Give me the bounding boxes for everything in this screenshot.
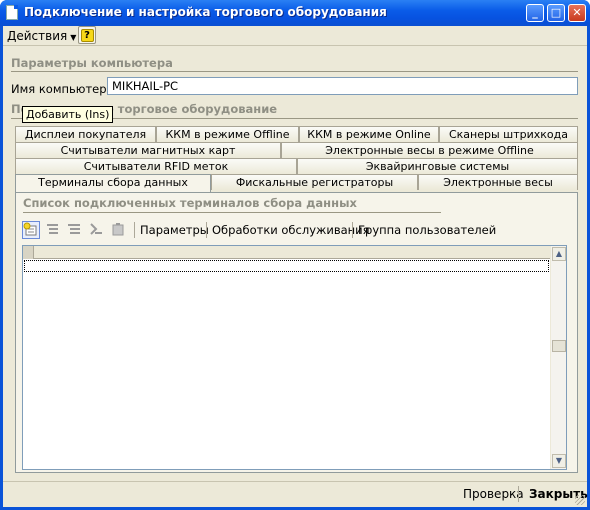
mark-delete-button[interactable] [110,221,128,239]
add-copy-button[interactable] [44,221,62,239]
help-button[interactable]: ? [78,26,96,44]
computer-name-field[interactable]: MIKHAIL-PC [107,77,578,95]
delete-button[interactable] [88,221,106,239]
tab-kkm-online[interactable]: ККМ в режиме Online [299,126,439,142]
minimize-button[interactable]: _ [526,4,544,22]
toolbar-separator [352,222,353,238]
list-title: Список подключенных терминалов сбора дан… [23,196,357,210]
section-divider [23,212,441,213]
help-icon: ? [80,29,94,42]
tab-customer-displays[interactable]: Дисплеи покупателя [15,126,156,142]
toolbar-separator [206,222,207,238]
window-title: Подключение и настройка торгового оборуд… [24,5,387,19]
edit-button[interactable] [66,221,84,239]
toolbar-separator [134,222,135,238]
list-toolbar: Параметры Обработки обслуживания Группа … [22,220,572,240]
service-processing-button[interactable]: Обработки обслуживания [212,223,370,237]
tab-data-terminals[interactable]: Терминалы сбора данных [15,174,211,192]
actions-menu-label: Действия [7,29,68,43]
computer-params-title: Параметры компьютера [11,56,173,70]
window-frame: Подключение и настройка торгового оборуд… [0,0,590,510]
tab-row-4: Терминалы сбора данных Фискальные регист… [15,174,578,192]
resize-grip-icon[interactable] [575,495,585,505]
tab-scales-offline[interactable]: Электронные весы в режиме Offline [281,142,578,158]
menu-bar: Действия ▼ ? [3,26,587,46]
scroll-thumb[interactable] [552,340,566,352]
tab-row-2: Считыватели магнитных карт Электронные в… [15,142,578,158]
tab-row-1: Дисплеи покупателя ККМ в режиме Offline … [15,126,578,142]
mark-delete-icon [112,223,124,236]
params-button[interactable]: Параметры [140,223,209,237]
close-window-button[interactable]: ✕ [568,4,586,22]
footer-divider [3,481,587,482]
tab-row-3: Считыватели RFID меток Эквайринговые сис… [15,158,578,174]
header-corner [23,246,34,259]
scroll-up-icon[interactable]: ▲ [552,247,566,261]
scroll-down-icon[interactable]: ▼ [552,454,566,468]
check-button[interactable]: Проверка [463,487,524,501]
tab-electronic-scales[interactable]: Электронные весы [418,174,578,190]
tab-barcode-scanners[interactable]: Сканеры штрихкода [439,126,578,142]
edit-icon [68,224,80,234]
tab-kkm-offline[interactable]: ККМ в режиме Offline [156,126,299,142]
section-divider [11,71,578,72]
delete-icon [90,223,102,235]
maximize-button[interactable]: □ [547,4,565,22]
tab-rfid-readers[interactable]: Считыватели RFID меток [15,158,297,174]
tab-panel: Список подключенных терминалов сбора дан… [15,192,578,473]
add-icon [23,222,37,236]
vertical-scrollbar[interactable]: ▲ ▼ [550,246,566,469]
title-bar[interactable]: Подключение и настройка торгового оборуд… [0,0,590,26]
dropdown-arrow-icon: ▼ [70,33,77,42]
tab-acquiring-systems[interactable]: Эквайринговые системы [297,158,578,174]
tooltip: Добавить (Ins) [22,106,114,123]
actions-menu[interactable]: Действия ▼ [7,29,76,43]
add-copy-icon [47,224,58,234]
user-group-button[interactable]: Группа пользователей [358,223,496,237]
terminals-table[interactable]: ▲ ▼ [22,245,567,470]
tab-magnetic-card-readers[interactable]: Считыватели магнитных карт [15,142,281,158]
add-button[interactable] [22,221,40,239]
computer-name-label: Имя компьютера: [11,82,118,96]
window-client: Действия ▼ ? Параметры компьютера Имя ком… [3,26,588,507]
document-icon [6,5,18,20]
tab-fiscal-registers[interactable]: Фискальные регистраторы [211,174,418,190]
table-row[interactable] [24,260,549,272]
footer-separator [518,486,519,502]
table-header [23,246,550,259]
